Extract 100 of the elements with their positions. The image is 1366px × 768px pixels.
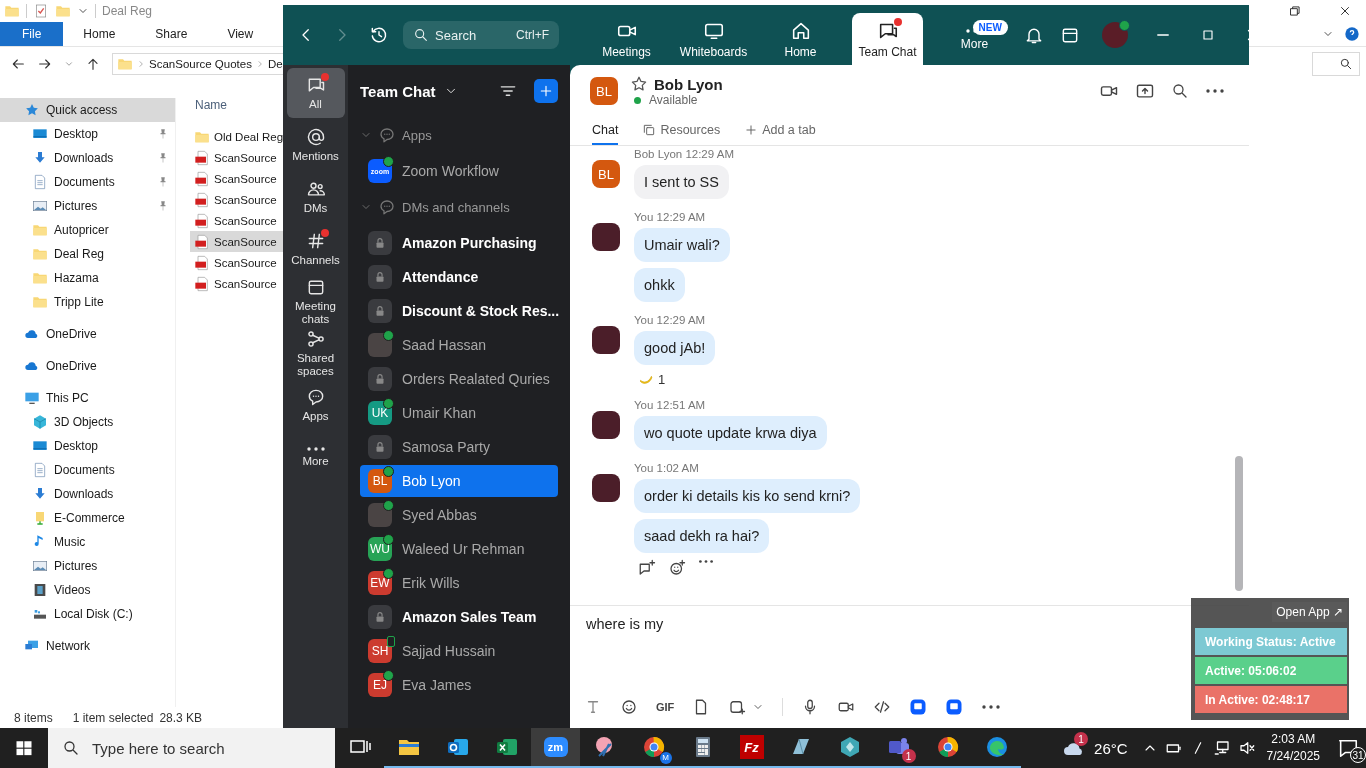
gif-button[interactable]: GIF (656, 701, 675, 713)
new-chat-button[interactable] (534, 79, 558, 103)
chat-list-item[interactable]: EW Erik Wills (360, 567, 558, 599)
rail-item[interactable]: Meeting chats (286, 276, 345, 326)
nav-item[interactable]: Documents (0, 170, 175, 194)
history-icon[interactable] (369, 25, 389, 45)
file-item[interactable]: ScanSource (190, 168, 283, 189)
ribbon-tab[interactable]: Share (135, 22, 208, 46)
nav-item[interactable]: Downloads (0, 482, 175, 506)
file-item[interactable]: ScanSource (190, 147, 283, 168)
message-input[interactable]: where is my (570, 606, 1170, 642)
rail-item[interactable]: All (286, 68, 345, 118)
nav-item[interactable]: Downloads (0, 146, 175, 170)
speaker-mute-icon[interactable] (1237, 739, 1256, 757)
file-item[interactable]: Old Deal Reg (190, 126, 283, 147)
chat-tab[interactable]: Chat (592, 117, 619, 145)
search-input[interactable]: Type here to search (92, 739, 312, 757)
emoji-icon[interactable] (620, 698, 638, 716)
breadcrumb-item[interactable]: ScanSource Quotes (149, 58, 252, 70)
section-title[interactable]: Apps (402, 127, 432, 143)
restore-icon[interactable] (1288, 4, 1302, 18)
nav-item[interactable]: 3D Objects (0, 410, 175, 434)
address-bar[interactable]: ScanSource Quotes De (112, 53, 283, 75)
notification-button[interactable]: 31 (1330, 728, 1366, 768)
nav-tab[interactable]: Meetings (583, 13, 670, 65)
network-icon[interactable] (1212, 739, 1231, 757)
app-icon[interactable] (945, 698, 964, 716)
file-item[interactable]: ScanSource (190, 252, 283, 273)
nav-item[interactable]: Autopricer (0, 218, 175, 242)
chat-list-item[interactable]: SH Sajjad Hussain (360, 635, 558, 667)
chat-list-item[interactable]: WU Waleed Ur Rehman (360, 533, 558, 565)
nav-item[interactable]: OneDrive (0, 354, 175, 378)
star-icon[interactable] (630, 75, 648, 93)
reply-icon[interactable] (638, 559, 656, 577)
nav-tab[interactable]: Home (757, 13, 844, 65)
nav-tab[interactable]: Whiteboards (670, 13, 757, 65)
rail-item[interactable]: Apps (286, 380, 345, 430)
nav-tab[interactable]: NEW More (931, 13, 1018, 65)
nav-item[interactable]: Pictures (0, 554, 175, 578)
calendar-icon[interactable] (1060, 25, 1080, 45)
reaction[interactable]: 1 (634, 371, 670, 387)
taskbar-search-field[interactable]: Type here to search (48, 728, 335, 768)
more-icon[interactable] (981, 704, 1002, 710)
chat-list-item[interactable]: Amazon Sales Team (360, 601, 558, 633)
rail-item[interactable]: DMs (286, 172, 345, 222)
up-arrow-icon[interactable] (85, 56, 101, 72)
maximize-icon[interactable] (1200, 27, 1216, 43)
chat-list-item[interactable]: Attendance (360, 261, 558, 293)
ribbon-tab[interactable]: View (207, 22, 274, 46)
nav-item[interactable]: Videos (0, 578, 175, 602)
chat-list-item[interactable]: UK Umair Khan (360, 397, 558, 429)
nav-item[interactable]: Desktop (0, 434, 175, 458)
nav-item[interactable]: Documents (0, 458, 175, 482)
user-avatar[interactable] (1102, 22, 1128, 48)
pin-icon[interactable] (157, 128, 169, 140)
clock[interactable]: 2:03 AM 7/24/2025 (1266, 731, 1320, 765)
scrollbar-thumb[interactable] (1235, 456, 1243, 591)
chat-list-item[interactable]: Samosa Party (360, 431, 558, 463)
nav-item[interactable]: Deal Reg (0, 242, 175, 266)
taskbar-app-button[interactable]: M (629, 728, 678, 768)
help-icon[interactable] (1344, 26, 1360, 42)
initials-avatar[interactable]: BL (590, 77, 618, 105)
taskbar-app-button[interactable]: 1 (874, 728, 923, 768)
chat-tab[interactable]: Resources (642, 117, 721, 145)
panel-title[interactable]: Team Chat (360, 82, 436, 100)
nav-item[interactable]: Local Disk (C:) (0, 602, 175, 626)
search-field[interactable] (1312, 52, 1360, 76)
column-header[interactable]: Name (190, 98, 283, 118)
nav-item[interactable]: Network (0, 634, 175, 658)
nav-item[interactable]: Hazama (0, 266, 175, 290)
rail-item[interactable]: Shared spaces (286, 328, 345, 378)
file-item[interactable]: ScanSource (190, 273, 283, 294)
pin-icon[interactable] (157, 176, 169, 188)
code-icon[interactable] (873, 698, 892, 716)
open-app-button[interactable]: Open App ↗ (1272, 602, 1347, 622)
chat-tab[interactable]: Add a tab (744, 117, 816, 145)
nav-item[interactable]: Quick access (0, 98, 175, 122)
nav-tab[interactable]: Team Chat (852, 13, 923, 65)
nav-item[interactable]: Tripp Lite (0, 290, 175, 314)
chat-list-item[interactable]: Syed Abbas (360, 499, 558, 531)
search-bar[interactable]: Search Ctrl+F (403, 21, 559, 49)
nav-item[interactable]: OneDrive (0, 322, 175, 346)
nav-item[interactable]: E-Commerce (0, 506, 175, 530)
more-icon[interactable] (698, 559, 714, 564)
pin-icon[interactable] (157, 200, 169, 212)
nav-item[interactable]: Music (0, 530, 175, 554)
file-item[interactable]: ScanSource (190, 210, 283, 231)
chat-list-item[interactable]: Amazon Purchasing (360, 227, 558, 259)
rail-item[interactable]: More (286, 432, 345, 482)
chat-list-item[interactable]: BL Bob Lyon (360, 465, 558, 497)
file-item[interactable]: ScanSource (190, 189, 283, 210)
pin-icon[interactable] (157, 152, 169, 164)
properties-icon[interactable] (33, 3, 49, 19)
share-screen-icon[interactable] (1135, 81, 1155, 101)
forward-arrow-icon[interactable] (37, 56, 53, 72)
taskbar-app-button[interactable]: Fz (727, 728, 776, 768)
rail-item[interactable]: Channels (286, 224, 345, 274)
chat-list-item[interactable]: EJ Eva James (360, 669, 558, 701)
chat-list-item[interactable]: Discount & Stock Res... (360, 295, 558, 327)
add-reaction-icon[interactable] (668, 559, 686, 577)
